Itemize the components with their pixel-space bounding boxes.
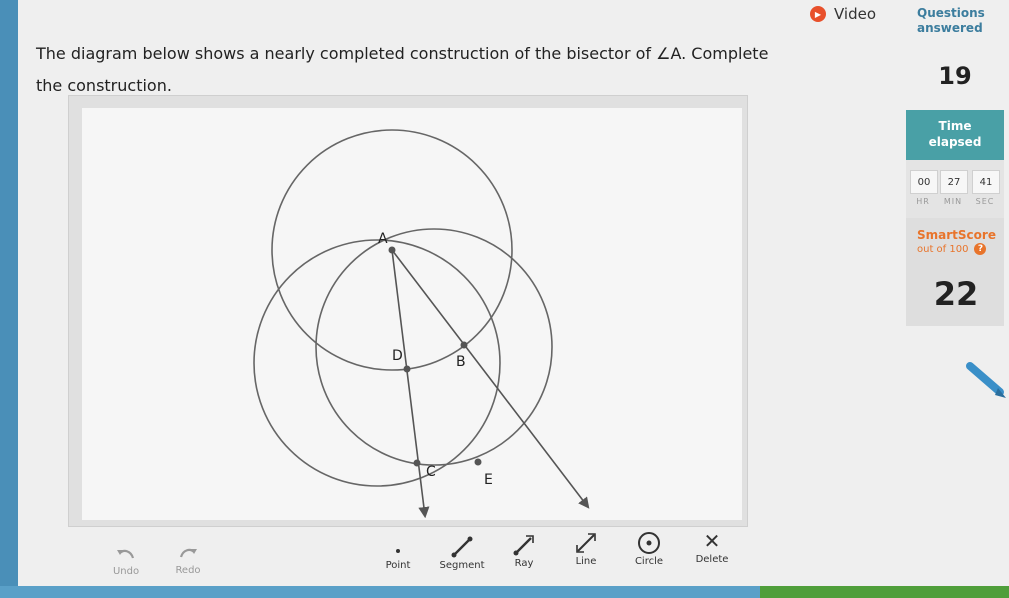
smartscore-subtitle: out of 100 ? [917, 243, 987, 255]
timer-minutes: 27 [940, 170, 968, 194]
ray-tool[interactable]: Ray [492, 532, 556, 569]
smartscore-value: 22 [933, 275, 979, 313]
point-c[interactable] [413, 459, 421, 467]
play-icon: ▶ [810, 6, 826, 22]
redo-button[interactable]: Redo [156, 539, 220, 576]
video-button[interactable]: ▶ Video [810, 5, 876, 23]
smartscore-label: SmartScore [917, 228, 996, 242]
label-b: B [456, 354, 466, 370]
construction-diagram[interactable]: A B C D E [82, 108, 742, 520]
point-d[interactable] [403, 365, 411, 373]
delete-tool[interactable]: ✕ Delete [680, 528, 744, 565]
redo-label: Redo [175, 565, 201, 576]
segment-tool[interactable]: Segment [430, 534, 494, 571]
segment-icon [450, 534, 474, 560]
point-icon [388, 534, 408, 560]
left-edge-strip [0, 0, 18, 598]
undo-button[interactable]: Undo [94, 540, 158, 577]
pencil-icon[interactable] [966, 360, 1009, 408]
delete-x-icon: ✕ [703, 529, 721, 553]
delete-label: Delete [695, 554, 729, 565]
ray-icon [512, 532, 536, 558]
bottom-green-bar [760, 586, 1009, 598]
label-d: D [392, 348, 403, 364]
timer-hours: 00 [910, 170, 938, 194]
circle-icon [636, 530, 662, 556]
segment-label: Segment [439, 560, 485, 571]
ray-ab[interactable] [391, 249, 590, 509]
timer-seconds: 41 [972, 170, 1000, 194]
question-text: The diagram below shows a nearly complet… [36, 44, 769, 95]
line-label: Line [575, 556, 597, 567]
circle-label: Circle [634, 556, 664, 567]
time-elapsed-label: Time elapsed [928, 119, 982, 149]
line-icon [574, 530, 598, 556]
help-icon[interactable]: ? [974, 243, 987, 255]
undo-label: Undo [112, 566, 140, 577]
undo-icon [115, 540, 137, 566]
circle-middle[interactable] [315, 228, 553, 466]
label-a: A [378, 231, 388, 247]
point-e[interactable] [474, 458, 482, 466]
label-e: E [484, 472, 493, 488]
timer-unit-hr: HR [916, 197, 930, 206]
line-tool[interactable]: Line [554, 530, 618, 567]
ray-ac[interactable] [391, 249, 430, 519]
point-tool[interactable]: Point [366, 534, 430, 571]
point-b[interactable] [460, 341, 468, 349]
construction-canvas[interactable]: A B C D E [82, 108, 742, 520]
timer-unit-min: MIN [943, 197, 963, 206]
questions-answered-count: 19 [938, 62, 972, 90]
timer-unit-sec: SEC [975, 197, 995, 206]
questions-answered-label: Questions answered [917, 6, 985, 35]
circle-tool[interactable]: Circle [617, 530, 681, 567]
label-c: C [426, 464, 436, 480]
video-label: Video [834, 5, 877, 23]
point-label: Point [385, 560, 411, 571]
redo-icon [177, 539, 199, 565]
point-a[interactable] [388, 246, 396, 254]
ray-label: Ray [514, 558, 534, 569]
drawing-toolbar: Undo Redo Point Segment Ray Line Circle … [92, 528, 752, 590]
